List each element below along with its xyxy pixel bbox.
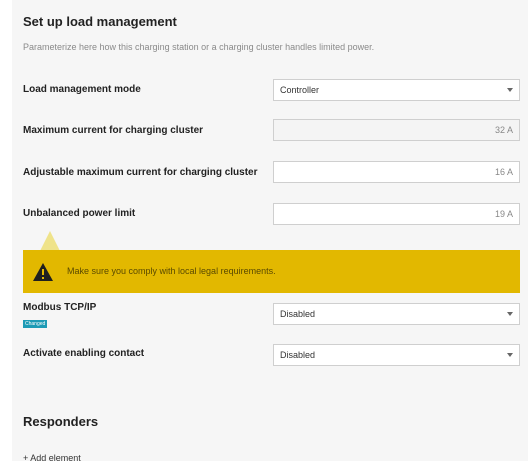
enabling-contact-label: Activate enabling contact: [23, 348, 145, 359]
max-current-label: Maximum current for charging cluster: [23, 125, 204, 136]
unbalanced-power-limit-label: Unbalanced power limit: [23, 208, 136, 219]
adjustable-max-current-input[interactable]: 16 A: [273, 161, 520, 183]
unbalanced-power-limit-input[interactable]: 19 A: [273, 203, 520, 225]
enabling-contact-value: Disabled: [280, 350, 316, 360]
max-current-value: 32 A: [494, 125, 513, 135]
section-title: Set up load management: [23, 14, 177, 29]
modbus-value: Disabled: [280, 309, 316, 319]
load-management-mode-label: Load management mode: [23, 84, 141, 95]
warning-triangle-icon: [33, 263, 53, 281]
load-management-mode-value: Controller: [280, 85, 320, 95]
legal-warning-banner: Make sure you comply with local legal re…: [23, 250, 520, 293]
enabling-contact-select[interactable]: Disabled: [273, 344, 520, 366]
chevron-down-icon: [507, 312, 513, 316]
modbus-select[interactable]: Disabled: [273, 303, 520, 325]
adjustable-max-current-label: Adjustable maximum current for charging …: [23, 167, 258, 178]
warning-text: Make sure you comply with local legal re…: [67, 266, 276, 276]
chevron-down-icon: [507, 353, 513, 357]
load-management-panel: [12, 0, 528, 461]
add-element-button[interactable]: + Add element: [23, 453, 81, 461]
changed-badge: Changed: [23, 320, 48, 328]
section-description: Parameterize here how this charging stat…: [23, 42, 375, 52]
page: Set up load management Parameterize here…: [0, 0, 528, 461]
warning-pointer: [40, 231, 60, 251]
load-management-mode-select[interactable]: Controller: [273, 79, 520, 101]
adjustable-max-current-value: 16 A: [494, 167, 513, 177]
max-current-field: 32 A: [273, 119, 520, 141]
unbalanced-power-limit-value: 19 A: [494, 209, 513, 219]
responders-title: Responders: [23, 414, 99, 429]
chevron-down-icon: [507, 88, 513, 92]
modbus-label: Modbus TCP/IP: [23, 302, 97, 313]
